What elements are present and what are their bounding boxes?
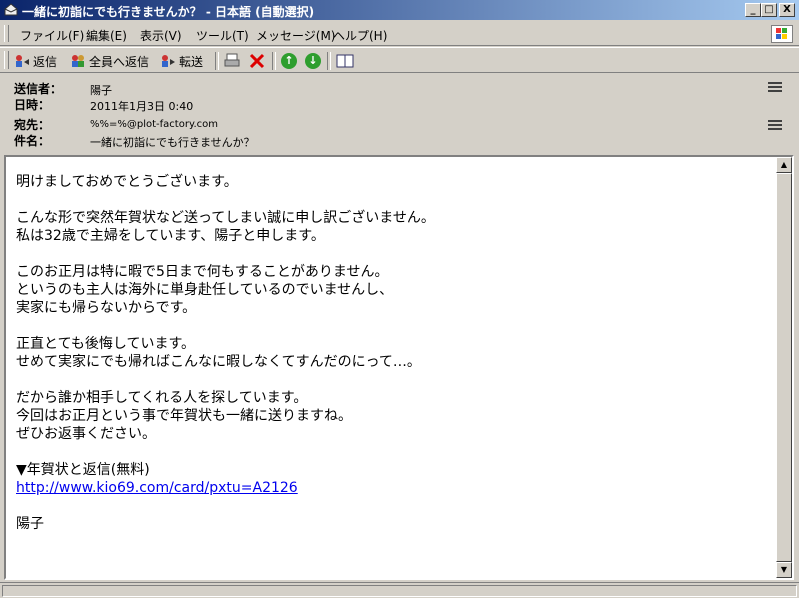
- window-title: 一緒に初詣にでも行きませんか？ - 日本語 (自動選択): [22, 5, 315, 19]
- menu-message[interactable]: メッセージ(M): [256, 27, 335, 44]
- body-line: [16, 245, 766, 263]
- title-bar: 一緒に初詣にでも行きませんか？ - 日本語 (自動選択) _ □ X: [0, 0, 799, 20]
- status-cell: [2, 585, 797, 597]
- body-line: このお正月は特に暇で5日まで何もすることがありません。: [16, 264, 389, 280]
- scroll-thumb[interactable]: [776, 173, 792, 562]
- reply-label: 返信: [33, 54, 58, 69]
- vertical-scrollbar[interactable]: ▲ ▼: [776, 157, 792, 578]
- menu-tools[interactable]: ツール(T): [196, 27, 249, 44]
- reply-icon: [16, 55, 29, 67]
- from-expand-icon[interactable]: [768, 82, 782, 92]
- from-value: 陽子: [90, 84, 112, 97]
- toolbar: 返信 全員へ返信 転送 ↑ ↓: [0, 47, 799, 73]
- close-button[interactable]: X: [779, 3, 795, 17]
- to-expand-icon[interactable]: [768, 120, 782, 130]
- toolbar-grip: [4, 51, 9, 69]
- body-line: [16, 371, 766, 389]
- to-label: 宛先：: [14, 118, 51, 132]
- body-text: 明けましておめでとうございます。こんな形で突然年賀状など送ってしまい誠に申し訳ご…: [16, 173, 766, 479]
- body-line: 実家にも帰らないからです。: [16, 300, 197, 316]
- forward-label: 転送: [179, 54, 204, 69]
- message-header: 送信者： 陽子 日時： 2011年1月3日 0:40 宛先： %%=%@plot…: [0, 74, 799, 154]
- toolbar-separator: [272, 52, 276, 70]
- forward-button[interactable]: 転送: [160, 52, 203, 70]
- delete-icon[interactable]: [249, 53, 265, 69]
- body-line: ▼年賀状と返信(無料): [16, 462, 150, 478]
- menu-bar: ファイル(F) 編集(E) 表示(V) ツール(T) メッセージ(M) ヘルプ(…: [0, 22, 799, 46]
- minimize-button[interactable]: _: [745, 3, 761, 17]
- subject-label: 件名：: [14, 134, 51, 148]
- maximize-button[interactable]: □: [761, 3, 777, 17]
- menu-edit[interactable]: 編集(E): [86, 27, 127, 44]
- message-body-pane[interactable]: 明けましておめでとうございます。こんな形で突然年賀状など送ってしまい誠に申し訳ご…: [4, 155, 794, 580]
- body-line: [16, 443, 766, 461]
- toolbar-separator: [327, 52, 331, 70]
- body-line: 今回はお正月という事で年賀状も一緒に送りますね。: [16, 408, 352, 424]
- from-label: 送信者：: [14, 82, 63, 96]
- body-line: 明けましておめでとうございます。: [16, 174, 238, 190]
- date-label: 日時：: [14, 98, 51, 112]
- menu-view[interactable]: 表示(V): [140, 27, 182, 44]
- body-line: というのも主人は海外に単身赴任しているのでいませんし、: [16, 282, 394, 298]
- body-line: 正直とても後悔しています。: [16, 336, 196, 352]
- reply-all-button[interactable]: 全員へ返信: [70, 52, 149, 70]
- reply-all-icon: [72, 55, 84, 67]
- body-line: [16, 191, 766, 209]
- status-bar: [0, 582, 799, 598]
- next-message-icon[interactable]: ↓: [305, 53, 321, 69]
- message-body: 明けましておめでとうございます。こんな形で突然年賀状など送ってしまい誠に申し訳ご…: [16, 173, 766, 533]
- scroll-down-button[interactable]: ▼: [776, 562, 792, 578]
- menu-file[interactable]: ファイル(F): [20, 27, 84, 44]
- print-icon[interactable]: [224, 53, 240, 69]
- reply-button[interactable]: 返信: [14, 52, 57, 70]
- previous-message-icon[interactable]: ↑: [281, 53, 297, 69]
- reply-all-label: 全員へ返信: [89, 54, 150, 69]
- date-value: 2011年1月3日 0:40: [90, 100, 194, 113]
- body-line: こんな形で突然年賀状など送ってしまい誠に申し訳ございません。: [16, 210, 435, 226]
- body-line: 私は32歳で主婦をしています、陽子と申します。: [16, 228, 325, 244]
- address-book-icon[interactable]: [336, 53, 354, 69]
- forward-icon: [162, 55, 175, 67]
- menu-help[interactable]: ヘルプ(H): [333, 27, 387, 44]
- mail-icon: [4, 3, 18, 16]
- subject-value: 一緒に初詣にでも行きませんか？: [90, 136, 255, 149]
- scroll-up-button[interactable]: ▲: [776, 157, 792, 173]
- signature: 陽子: [16, 516, 44, 532]
- menu-grip: [4, 25, 9, 42]
- body-line: ぜひお返事ください。: [16, 426, 156, 442]
- card-link[interactable]: http://www.kio69.com/card/pxtu=A2126: [16, 480, 298, 496]
- body-line: だから誰か相手してくれる人を探しています。: [16, 390, 308, 406]
- to-value: %%=%@plot-factory.com: [90, 119, 218, 130]
- windows-logo-icon: [771, 25, 793, 43]
- body-line: [16, 317, 766, 335]
- body-line: せめて実家にでも帰ればこんなに暇しなくてすんだのにって…。: [16, 354, 421, 370]
- toolbar-separator: [215, 52, 219, 70]
